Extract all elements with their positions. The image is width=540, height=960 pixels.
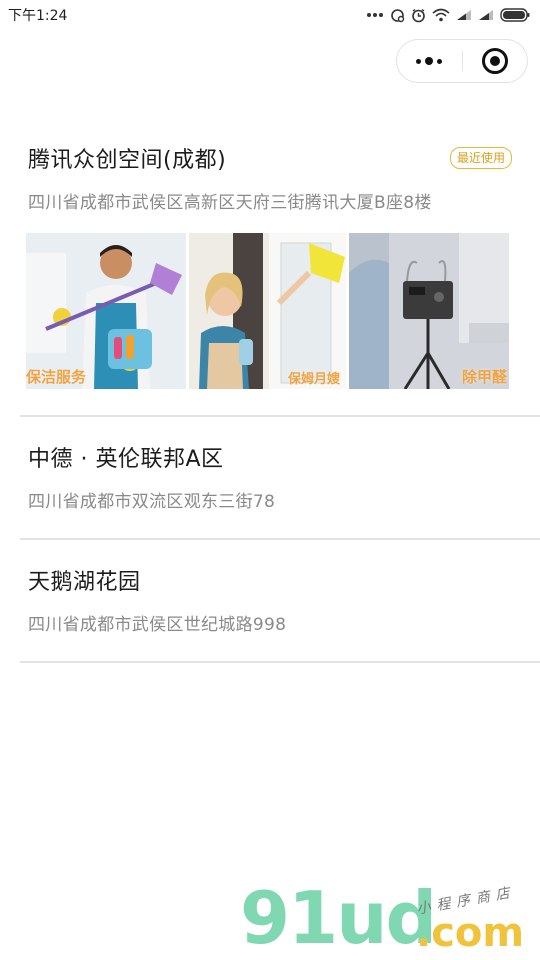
service-card-formaldehyde[interactable]: 除甲醛 <box>349 233 509 389</box>
mini-program-capsule <box>396 39 528 83</box>
address-item[interactable]: 腾讯众创空间(成都) 最近使用 四川省成都市武侯区高新区天府三街腾讯大厦B座8楼 <box>20 118 540 417</box>
capsule-close-button[interactable] <box>463 40 528 82</box>
address-item[interactable]: 中德 · 英伦联邦A区 四川省成都市双流区观东三街78 <box>20 417 540 540</box>
battery-icon <box>500 7 530 23</box>
more-dots-icon <box>366 7 384 23</box>
nanny-illustration <box>189 233 346 389</box>
target-circle-icon <box>481 48 508 74</box>
address-name: 中德 · 英伦联邦A区 <box>28 447 224 472</box>
address-detail: 四川省成都市双流区观东三街78 <box>28 492 276 512</box>
watermark-domain: .com <box>416 910 525 956</box>
address-header: 天鹅湖花园 <box>28 564 520 596</box>
address-name: 天鹅湖花园 <box>28 570 141 595</box>
watermark: 91ud 小程序商店 .com <box>240 876 530 960</box>
address-item[interactable]: 天鹅湖花园 四川省成都市武侯区世纪城路998 <box>20 540 540 663</box>
signal-icon <box>478 7 494 23</box>
status-time: 下午1:24 <box>8 8 68 24</box>
address-name: 腾讯众创空间(成都) <box>28 148 227 173</box>
address-header: 腾讯众创空间(成都) 最近使用 <box>28 142 520 174</box>
address-detail: 四川省成都市武侯区高新区天府三街腾讯大厦B座8楼 <box>28 193 432 213</box>
service-label: 保洁服务 <box>26 368 87 386</box>
service-card-nanny[interactable]: 保姆月嫂 <box>189 233 346 389</box>
status-bar: 下午1:24 <box>0 0 540 30</box>
status-icons <box>366 7 530 23</box>
service-label: 保姆月嫂 <box>287 372 340 387</box>
more-dots-icon <box>416 57 443 65</box>
watermark-brand: 91ud <box>240 876 437 960</box>
service-label: 除甲醛 <box>461 368 507 386</box>
alarm-icon <box>411 7 426 23</box>
wifi-icon <box>432 7 450 23</box>
sync-icon <box>390 7 405 23</box>
recent-badge: 最近使用 <box>449 147 512 169</box>
address-detail: 四川省成都市武侯区世纪城路998 <box>28 615 287 635</box>
address-header: 中德 · 英伦联邦A区 <box>28 441 520 473</box>
address-list: 腾讯众创空间(成都) 最近使用 四川省成都市武侯区高新区天府三街腾讯大厦B座8楼 <box>0 118 540 663</box>
signal-icon <box>456 7 472 23</box>
service-cards: 保洁服务 保姆月嫂 除甲醛 <box>26 233 520 389</box>
service-card-cleaning[interactable]: 保洁服务 <box>26 233 186 389</box>
capsule-menu-button[interactable] <box>397 40 462 82</box>
